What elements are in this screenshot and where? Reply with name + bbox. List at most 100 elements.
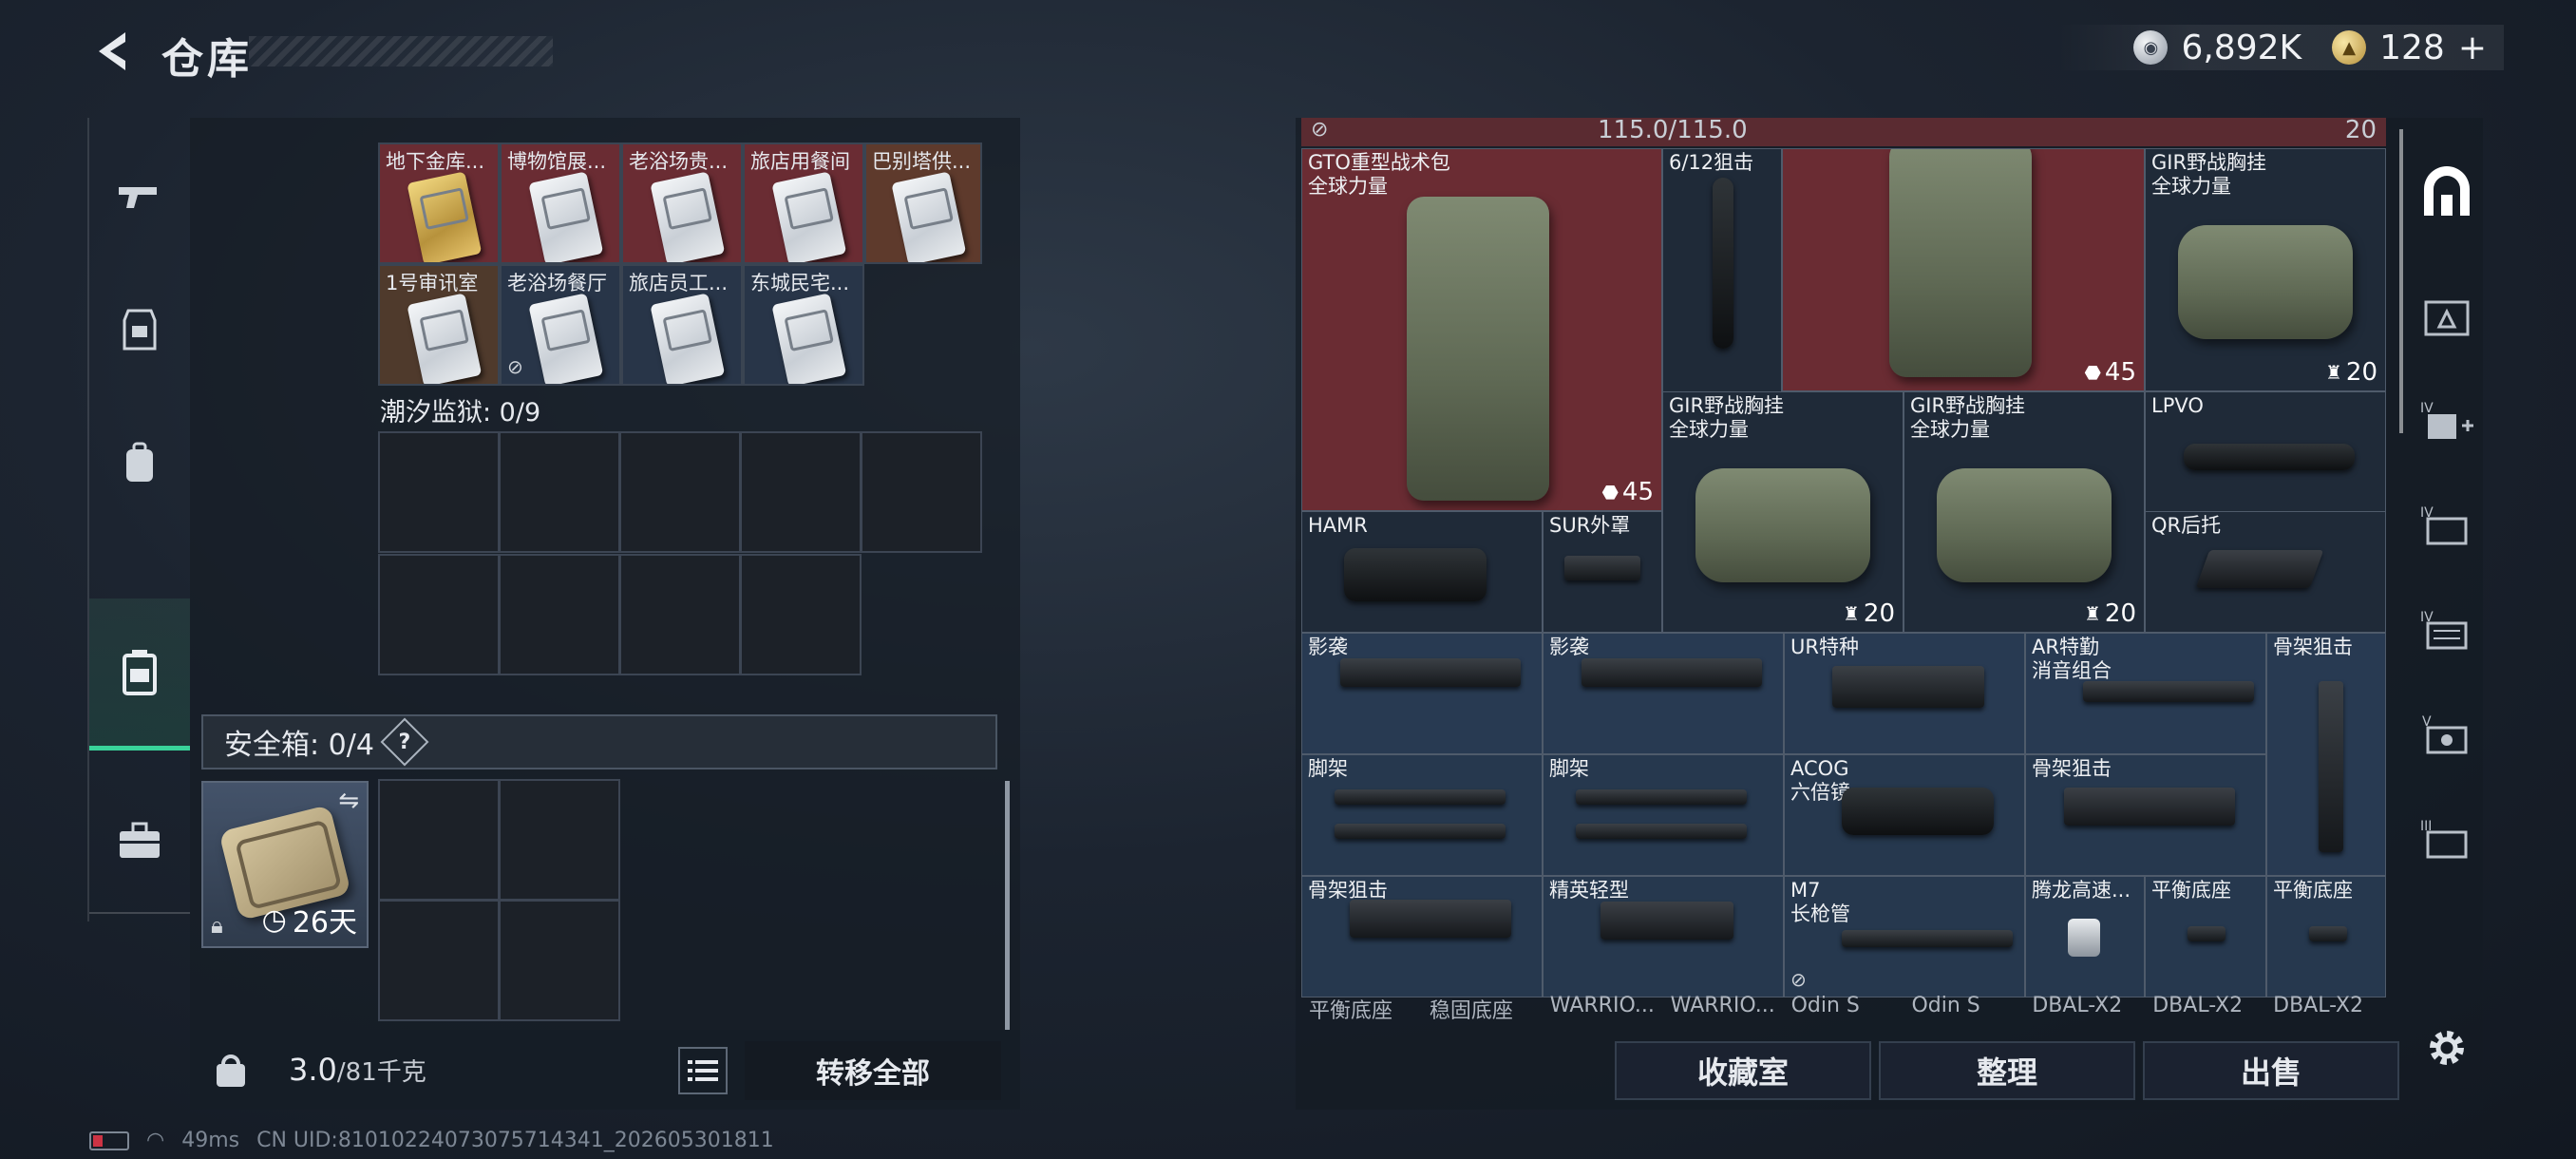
rail-toolbox[interactable]	[89, 788, 190, 893]
key-slot-9[interactable]: 东城民宅...	[743, 264, 864, 386]
stash-item-guji-1[interactable]: 骨架狙击	[2266, 633, 2386, 876]
sell-button[interactable]: 出售	[2143, 1041, 2399, 1100]
stock-image	[1601, 902, 1733, 940]
tactical-bag-image	[1889, 149, 2032, 377]
stash-item-m7[interactable]: M7 长枪管 ⊘	[1784, 876, 2025, 998]
keycard-icon	[649, 293, 725, 384]
key-slot-2[interactable]: 博物馆展...	[500, 142, 621, 264]
stash-tab-rail: IV IV IV V III	[2409, 118, 2485, 1110]
stash-item-guji-2[interactable]: 骨架狙击	[2025, 754, 2266, 876]
barrel-image	[1842, 930, 2013, 947]
tier-iii-icon: III	[2420, 819, 2468, 859]
partial-item-label: WARRIO...	[1549, 994, 1655, 1017]
stash-item-guji-3[interactable]: 骨架狙击	[1301, 876, 1543, 998]
safebox-grid-lines	[378, 779, 620, 1021]
key-slot-4[interactable]: 旅店用餐间	[743, 142, 864, 264]
list-view-button[interactable]	[678, 1047, 728, 1094]
partial-item-label: DBAL-X2	[2152, 994, 2244, 1017]
stash-item-yingxi-2[interactable]: 影袭	[1543, 633, 1784, 754]
bipod-image-leg	[1335, 824, 1506, 839]
item-count: ♜ 20	[1843, 599, 1895, 628]
item-label: 腾龙高速...	[2032, 879, 2131, 902]
prison-grid	[378, 431, 982, 676]
settings-button[interactable]	[2409, 996, 2485, 1100]
item-label: 平衡底座	[2273, 879, 2353, 902]
left-scrollbar[interactable]	[1005, 781, 1010, 1030]
stash-item-sur[interactable]: SUR外罩	[1543, 511, 1662, 633]
safebox-item[interactable]: ⇋ 🔒︎ ◷ 26天	[201, 781, 369, 948]
stash-tab-3[interactable]: IV	[2409, 369, 2485, 473]
stash-item-lpvo[interactable]: LPVO	[2145, 391, 2386, 513]
stock-image	[1350, 900, 1511, 938]
stash-tab-2[interactable]	[2409, 264, 2485, 369]
stash-item-gir-3[interactable]: GIR野战胸挂 全球力量 ♜ 20	[1904, 391, 2145, 633]
acog-scope-image	[1842, 788, 1994, 835]
stash-item-bag2[interactable]: ⬣ 45	[1782, 148, 2145, 391]
mag-release-image	[2068, 919, 2100, 957]
title-stripe	[249, 36, 553, 66]
rail-armor[interactable]	[89, 277, 190, 382]
stash-tab-6[interactable]: V	[2409, 682, 2485, 787]
back-button[interactable]	[87, 27, 137, 76]
stash-item-jiaojia-1[interactable]: 脚架	[1301, 754, 1543, 876]
weight-badge-icon: ⬣	[2084, 361, 2101, 384]
key-slot-label: 地下金库...	[386, 150, 485, 173]
uid-text: CN UID:8101022407307571434​1_20260530181…	[256, 1129, 774, 1152]
key-slot-7[interactable]: 老浴场餐厅 ⊘	[500, 264, 621, 386]
bipod-image-leg	[1576, 824, 1747, 839]
backpack-icon	[126, 442, 153, 482]
stash-item-ar[interactable]: AR特勤 消音组合	[2025, 633, 2266, 754]
chest-rig-image	[2178, 225, 2353, 339]
item-label: GIR野战胸挂 全球力量	[1910, 394, 2026, 441]
rail-backpack[interactable]	[89, 410, 190, 515]
stash-item-gir-1[interactable]: GIR野战胸挂 全球力量 ♜ 20	[2145, 148, 2386, 391]
stash-item-gir-2[interactable]: GIR野战胸挂 全球力量 ♜ 20	[1662, 391, 1904, 633]
collection-room-button[interactable]: 收藏室	[1615, 1041, 1871, 1100]
stash-item-acog[interactable]: ACOG 六倍镜	[1784, 754, 2025, 876]
key-slot-3[interactable]: 老浴场贵...	[621, 142, 743, 264]
safebox-help-button[interactable]: ?	[380, 717, 429, 767]
rail-containers[interactable]	[89, 598, 190, 750]
stash-item-yingxi-1[interactable]: 影袭	[1301, 633, 1543, 754]
stash-scrollbar[interactable]	[2399, 129, 2403, 433]
stash-item-jingying[interactable]: 精英轻型	[1543, 876, 1784, 998]
partial-item-label: 平衡底座	[1309, 999, 1393, 1023]
stash-item-hamr[interactable]: HAMR	[1301, 511, 1543, 633]
key-slot-label: 巴别塔供...	[872, 150, 972, 173]
stash-item-pingheng-1[interactable]: 平衡底座	[2145, 876, 2266, 998]
stash-tab-5[interactable]: IV	[2409, 578, 2485, 682]
list-icon	[688, 1060, 718, 1081]
key-slot-6[interactable]: 1号审讯室	[378, 264, 500, 386]
weight-value: 3.0	[289, 1052, 337, 1088]
silver-coin-icon: ◉	[2133, 30, 2169, 65]
stash-item-tenglong[interactable]: 腾龙高速...	[2025, 876, 2145, 998]
no-insure-icon: ⊘	[1790, 968, 1807, 991]
stash-item-pingheng-2[interactable]: 平衡底座	[2266, 876, 2386, 998]
stash-item-ur[interactable]: UR特种	[1784, 633, 2025, 754]
rig-badge-icon: ♜	[2083, 602, 2101, 625]
stash-tab-7[interactable]: III	[2409, 787, 2485, 891]
rig-badge-icon: ♜	[1842, 602, 1860, 625]
item-count: ⬣ 45	[1601, 478, 1654, 506]
sort-button[interactable]: 整理	[1879, 1041, 2135, 1100]
item-label: 脚架	[1549, 757, 1589, 780]
rail-weapons[interactable]	[89, 144, 190, 249]
stash-item-jiaojia-2[interactable]: 脚架	[1543, 754, 1784, 876]
stash-capacity-row: ⊘ 115.0/115.0 20	[1301, 116, 2386, 146]
stash-home-tab[interactable]	[2409, 141, 2485, 245]
key-slot-5[interactable]: 巴别塔供...	[864, 142, 982, 264]
stock-image	[1582, 658, 1762, 687]
stash-item-gto-bag[interactable]: GTO重型战术包 全球力量 ⬣ 45	[1301, 148, 1662, 511]
tier-iv-add-icon: IV	[2420, 401, 2473, 439]
key-slot-1[interactable]: 地下金库...	[378, 142, 500, 264]
transfer-all-button[interactable]: 转移全部	[745, 1041, 1001, 1100]
key-slot-8[interactable]: 旅店员工...	[621, 264, 743, 386]
add-currency-button[interactable]: +	[2458, 28, 2487, 67]
bipod-image	[1335, 789, 1506, 805]
item-count-value: 45	[2104, 358, 2136, 387]
swap-icon[interactable]: ⇋	[338, 787, 359, 815]
stash-tab-4[interactable]: IV	[2409, 473, 2485, 578]
stash-item-qr[interactable]: QR后托	[2145, 511, 2386, 633]
item-label: 骨架狙击	[2032, 757, 2112, 780]
keycard-icon	[527, 293, 603, 384]
